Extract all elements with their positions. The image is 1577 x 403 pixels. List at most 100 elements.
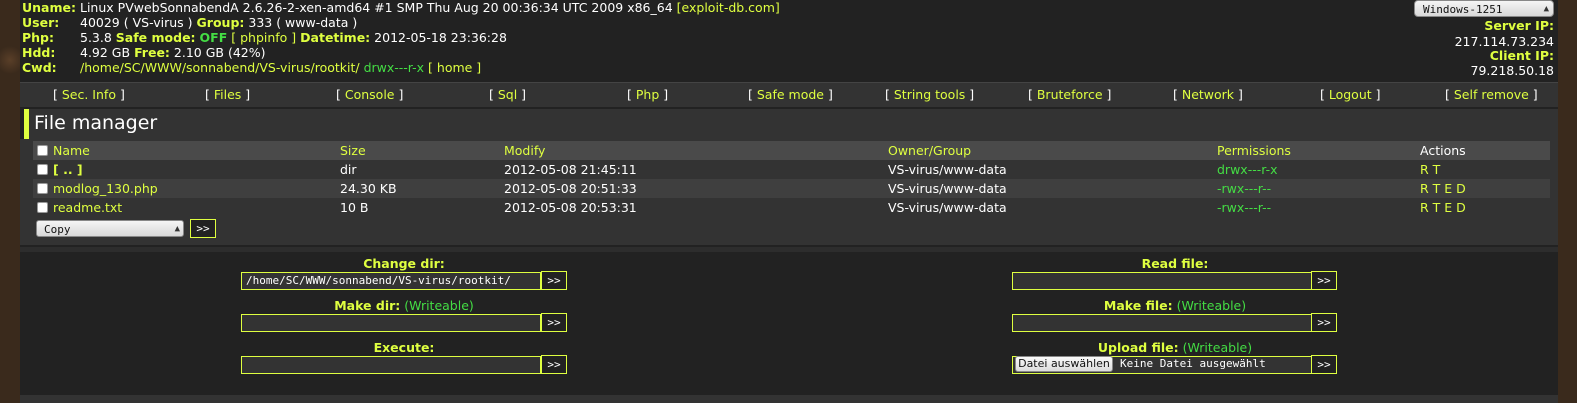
hdd-row: Hdd: 4.92 GB Free: 2.10 GB (42%) <box>22 45 265 60</box>
execute-submit-button[interactable]: >> <box>541 355 567 374</box>
col-owner-group[interactable]: Owner/Group <box>888 141 971 160</box>
user-row: User: 40029 ( VS-virus ) Group: 333 ( www… <box>22 15 357 30</box>
file-permissions-link[interactable]: -rwx---r-- <box>1217 179 1271 198</box>
safe-mode-label: Safe mode: <box>115 30 196 45</box>
read-file-submit-button[interactable]: >> <box>1311 271 1337 290</box>
free-value: 2.10 GB (42%) <box>173 45 266 60</box>
file-permissions-link[interactable]: drwx---r-x <box>1217 160 1277 179</box>
menu-string-tools[interactable]: [ String tools ] <box>885 87 974 102</box>
menu-safe-mode[interactable]: [ Safe mode ] <box>748 87 833 102</box>
main-menu: [ Sec. Info ] [ Files ] [ Console ] [ Sq… <box>20 82 1558 107</box>
group-label: Group: <box>196 15 245 30</box>
menu-sql[interactable]: [ Sql ] <box>489 87 526 102</box>
table-header-row: Name Size Modify Owner/Group Permissions… <box>33 141 1550 160</box>
menu-files[interactable]: [ Files ] <box>205 87 250 102</box>
change-dir-label: Change dir: <box>363 256 445 271</box>
file-actions[interactable]: R T E D <box>1420 179 1466 198</box>
bulk-action-value: Copy <box>44 223 71 236</box>
upload-file-label-row: Upload file: (Writeable) <box>1012 340 1338 355</box>
row-checkbox[interactable] <box>37 202 48 213</box>
col-actions: Actions <box>1420 143 1466 158</box>
menu-sec-info[interactable]: [ Sec. Info ] <box>53 87 125 102</box>
make-file-label-row: Make file: (Writeable) <box>1012 298 1338 313</box>
cwd-label: Cwd: <box>22 60 57 75</box>
col-name[interactable]: Name <box>53 141 90 160</box>
upload-file-writeable-note: (Writeable) <box>1182 340 1253 355</box>
menu-self-remove[interactable]: [ Self remove ] <box>1445 87 1538 102</box>
file-name-link[interactable]: modlog_130.php <box>53 179 158 198</box>
hdd-value: 4.92 GB <box>80 45 131 60</box>
make-file-label: Make file: <box>1103 298 1173 313</box>
row-checkbox[interactable] <box>37 183 48 194</box>
client-ip-value: 79.218.50.18 <box>1470 63 1555 78</box>
make-dir-label: Make dir: <box>334 298 401 313</box>
bulk-action-submit-button[interactable]: >> <box>190 219 216 238</box>
execute-input[interactable] <box>241 356 541 374</box>
bulk-action-select[interactable]: Copy ▲ <box>36 220 184 237</box>
select-all-checkbox[interactable] <box>37 145 48 156</box>
file-actions[interactable]: R T E D <box>1420 198 1466 217</box>
change-dir-input[interactable]: /home/SC/WWW/sonnabend/VS-virus/rootkit/ <box>241 272 541 290</box>
file-manager-title: File manager <box>34 112 158 134</box>
choose-file-button[interactable]: Datei auswählen <box>1015 356 1113 372</box>
php-label: Php: <box>22 30 55 45</box>
table-row: readme.txt 10 B 2012-05-08 20:53:31 VS-v… <box>33 198 1550 217</box>
make-dir-submit-button[interactable]: >> <box>541 313 567 332</box>
server-info-header: Uname: Linux PVwebSonnabendA 2.6.26-2-xen… <box>22 0 1560 82</box>
row-checkbox[interactable] <box>37 164 48 175</box>
change-dir-submit-button[interactable]: >> <box>541 271 567 290</box>
make-dir-label-row: Make dir: (Writeable) <box>241 298 567 313</box>
group-value: 333 ( www-data ) <box>248 15 358 30</box>
read-file-input[interactable] <box>1012 272 1312 290</box>
make-dir-input[interactable] <box>241 314 541 332</box>
make-file-submit-button[interactable]: >> <box>1311 313 1337 332</box>
chevron-updown-icon: ▲ <box>174 224 180 234</box>
charset-value: Windows-1251 <box>1423 3 1503 16</box>
upload-file-submit-button[interactable]: >> <box>1311 355 1337 374</box>
file-owner: VS-virus/www-data <box>888 200 1007 215</box>
file-modify: 2012-05-08 20:51:33 <box>504 181 637 196</box>
hdd-label: Hdd: <box>22 45 56 60</box>
file-owner: VS-virus/www-data <box>888 181 1007 196</box>
phpinfo-link[interactable]: [ phpinfo ] <box>231 30 296 45</box>
file-permissions-link[interactable]: -rwx---r-- <box>1217 198 1271 217</box>
upload-file-label: Upload file: <box>1097 340 1179 355</box>
server-ip-value: 217.114.73.234 <box>1454 34 1554 49</box>
file-name-link[interactable]: readme.txt <box>53 198 122 217</box>
menu-console[interactable]: [ Console ] <box>336 87 403 102</box>
footer-bar <box>20 395 1558 403</box>
file-name-link[interactable]: [ .. ] <box>53 160 83 179</box>
file-size: 10 B <box>340 200 369 215</box>
file-size: 24.30 KB <box>340 181 397 196</box>
datetime-value: 2012-05-18 23:36:28 <box>374 30 507 45</box>
col-modify[interactable]: Modify <box>504 141 545 160</box>
read-file-label: Read file: <box>1141 256 1209 271</box>
menu-bruteforce[interactable]: [ Bruteforce ] <box>1028 87 1111 102</box>
execute-label: Execute: <box>373 340 435 355</box>
section-divider <box>20 247 1558 252</box>
user-label: User: <box>22 15 60 30</box>
cwd-row: Cwd: /home/SC/WWW/sonnabend/VS-virus/root… <box>22 60 481 75</box>
menu-network[interactable]: [ Network ] <box>1173 87 1243 102</box>
file-modify: 2012-05-08 20:53:31 <box>504 200 637 215</box>
col-size[interactable]: Size <box>340 141 366 160</box>
cwd-path-link[interactable]: /home/SC/WWW/sonnabend/VS-virus/rootkit/ <box>80 60 360 75</box>
datetime-label: Datetime: <box>300 30 371 45</box>
make-file-input[interactable] <box>1012 314 1312 332</box>
file-actions[interactable]: R T <box>1420 160 1440 179</box>
file-manager-header: File manager <box>24 109 1558 139</box>
php-version: 5.3.8 <box>80 30 112 45</box>
charset-select[interactable]: Windows-1251 ▲ <box>1414 0 1554 17</box>
file-size: dir <box>340 162 357 177</box>
cwd-permissions: drwx---r-x <box>363 60 425 75</box>
make-file-writeable-note: (Writeable) <box>1176 298 1247 313</box>
chevron-updown-icon: ▲ <box>1543 4 1549 14</box>
home-link[interactable]: [ home ] <box>428 60 481 75</box>
client-ip-label: Client IP: <box>1489 48 1554 63</box>
exploit-db-link[interactable]: [exploit-db.com] <box>677 0 780 15</box>
col-permissions[interactable]: Permissions <box>1217 141 1291 160</box>
menu-php[interactable]: [ Php ] <box>627 87 668 102</box>
uname-value: Linux PVwebSonnabendA 2.6.26-2-xen-amd64… <box>80 0 673 15</box>
menu-logout[interactable]: [ Logout ] <box>1320 87 1381 102</box>
table-row: modlog_130.php 24.30 KB 2012-05-08 20:51… <box>33 179 1550 198</box>
